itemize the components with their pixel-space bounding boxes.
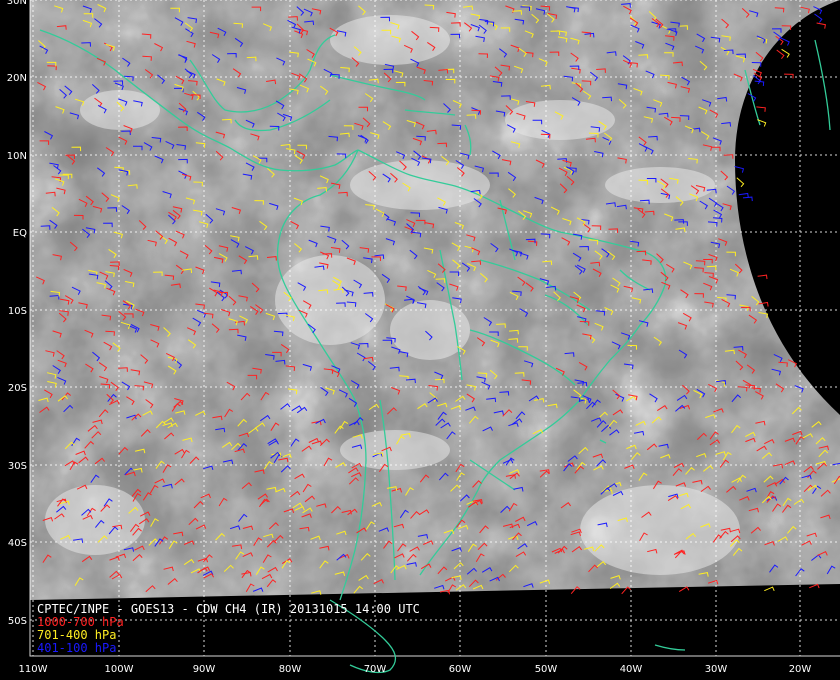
latitude-labels: 30N 20N 10N EQ 10S 20S 30S 40S 50S xyxy=(7,0,27,627)
longitude-label: 80W xyxy=(279,664,302,675)
latitude-label: 10N xyxy=(7,151,27,162)
wind-barb xyxy=(816,22,826,29)
wind-barb xyxy=(734,166,745,173)
longitude-label: 60W xyxy=(449,664,472,675)
wind-barb xyxy=(776,49,785,60)
longitude-label: 20W xyxy=(789,664,812,675)
wind-barb xyxy=(756,106,766,112)
longitude-labels: 110W 100W 90W 80W 70W 60W 50W 40W 30W 20W xyxy=(19,664,812,675)
wind-barb xyxy=(736,177,745,188)
longitude-label: 110W xyxy=(19,664,48,675)
satellite-image xyxy=(30,0,840,600)
longitude-label: 100W xyxy=(105,664,134,675)
legend-item-high-level: 401-100 hPa xyxy=(37,641,117,655)
latitude-label: 40S xyxy=(8,538,27,549)
longitude-label: 40W xyxy=(620,664,643,675)
satellite-wind-map: 30N 20N 10N EQ 10S 20S 30S 40S 50S 110W 100W 90W 80… xyxy=(7,0,840,675)
longitude-label: 50W xyxy=(535,664,558,675)
longitude-label: 70W xyxy=(364,664,387,675)
wind-barb xyxy=(738,192,749,198)
latitude-label: 20N xyxy=(7,73,27,84)
latitude-label: EQ xyxy=(13,228,27,239)
latitude-label: 30N xyxy=(7,0,27,7)
wind-barb xyxy=(678,586,690,593)
wind-barb xyxy=(784,73,794,79)
wind-barb xyxy=(742,196,753,202)
latitude-label: 30S xyxy=(8,461,27,472)
latitude-label: 50S xyxy=(8,616,27,627)
wind-barb xyxy=(764,586,775,592)
wind-barb xyxy=(809,583,820,589)
wind-barb xyxy=(757,274,768,280)
longitude-label: 90W xyxy=(193,664,216,675)
wind-barb xyxy=(814,13,823,23)
longitude-label: 30W xyxy=(705,664,728,675)
latitude-label: 20S xyxy=(8,383,27,394)
latitude-label: 10S xyxy=(8,306,27,317)
